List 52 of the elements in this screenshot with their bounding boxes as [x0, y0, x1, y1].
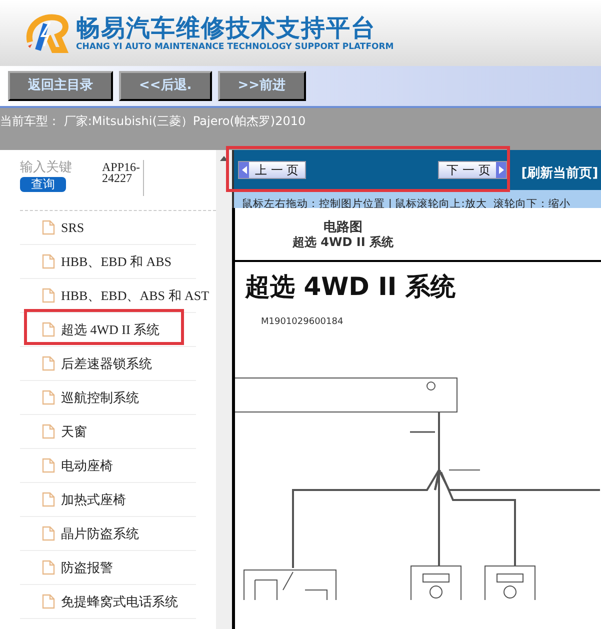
document-icon: [42, 322, 55, 337]
nav-button[interactable]: >>前进: [218, 71, 306, 101]
doc-heading: 电路图: [324, 220, 362, 235]
tree-item-label: 免提蜂窝式电话系统: [61, 592, 178, 611]
tree-item-label: 加热式座椅: [61, 490, 126, 509]
tree-item[interactable]: SRS: [20, 218, 84, 238]
search-button[interactable]: 查询: [20, 177, 66, 192]
doc-subheading: 超选 4WD II 系统: [292, 235, 394, 249]
tree-item[interactable]: HBB、EBD、ABS 和 AST: [20, 286, 210, 306]
doc-code: M1901029600184: [260, 316, 344, 329]
nav-button[interactable]: 返回主目录: [8, 71, 113, 101]
search-label: 输入关键: [20, 160, 73, 176]
tree-item-label: HBB、EBD、ABS 和 AST: [61, 286, 210, 305]
tree-item-label: HBB、EBD 和 ABS: [61, 252, 172, 271]
tree-item[interactable]: 免提蜂窝式电话系统: [20, 592, 178, 612]
tree-item[interactable]: 加热式座椅: [20, 490, 126, 510]
tree-item[interactable]: 巡航控制系统: [20, 388, 139, 408]
tree-item[interactable]: 电动座椅: [20, 456, 113, 476]
vehicle-label: 当前车型： 厂家:Mitsubishi(三菱）Pajero(帕杰罗)2010: [0, 114, 306, 128]
prev-page-button[interactable]: 上 一 页: [238, 161, 306, 179]
document-icon: [42, 526, 55, 541]
site-title: 畅易汽车维修技术支持平台: [76, 14, 377, 42]
tree-item[interactable]: 超选 4WD II 系统: [20, 320, 160, 340]
tree-item[interactable]: 晶片防盗系统: [20, 524, 139, 544]
document-icon: [42, 288, 55, 303]
tree-item-label: 后差速器锁系统: [61, 354, 152, 373]
tree-item-label: 巡航控制系统: [61, 388, 139, 407]
document-icon: [42, 390, 55, 405]
tree-item-label: 电动座椅: [61, 456, 113, 475]
next-page-button[interactable]: 下 一 页: [438, 161, 508, 179]
tree-item-label: 防盗报警: [61, 558, 113, 577]
document-icon: [42, 356, 55, 371]
tree-item[interactable]: HBB、EBD 和 ABS: [20, 252, 172, 272]
tree-item[interactable]: 天窗: [20, 422, 87, 442]
tree-item-label: 天窗: [61, 422, 87, 441]
refresh-link[interactable]: [刷新当前页]: [521, 164, 598, 184]
tree-item-label: SRS: [61, 218, 84, 237]
nav-button[interactable]: <<后退.: [119, 71, 212, 101]
tree-item[interactable]: 后差速器锁系统: [20, 354, 152, 374]
site-subtitle: CHANG YI AUTO MAINTENANCE TECHNOLOGY SUPPORT PLATFORM: [76, 42, 394, 52]
document-icon: [42, 424, 55, 439]
document-icon: [42, 254, 55, 269]
document-icon: [42, 220, 55, 235]
tree-item-label: 超选 4WD II 系统: [61, 320, 160, 339]
document-icon: [42, 594, 55, 609]
document-icon: [42, 560, 55, 575]
document-icon: [42, 458, 55, 473]
search-field[interactable]: APP16-24227: [102, 160, 144, 196]
doc-title: 超选 4WD II 系统: [244, 272, 456, 302]
document-icon: [42, 492, 55, 507]
tree-item-label: 晶片防盗系统: [61, 524, 139, 543]
tree-item[interactable]: 防盗报警: [20, 558, 113, 578]
